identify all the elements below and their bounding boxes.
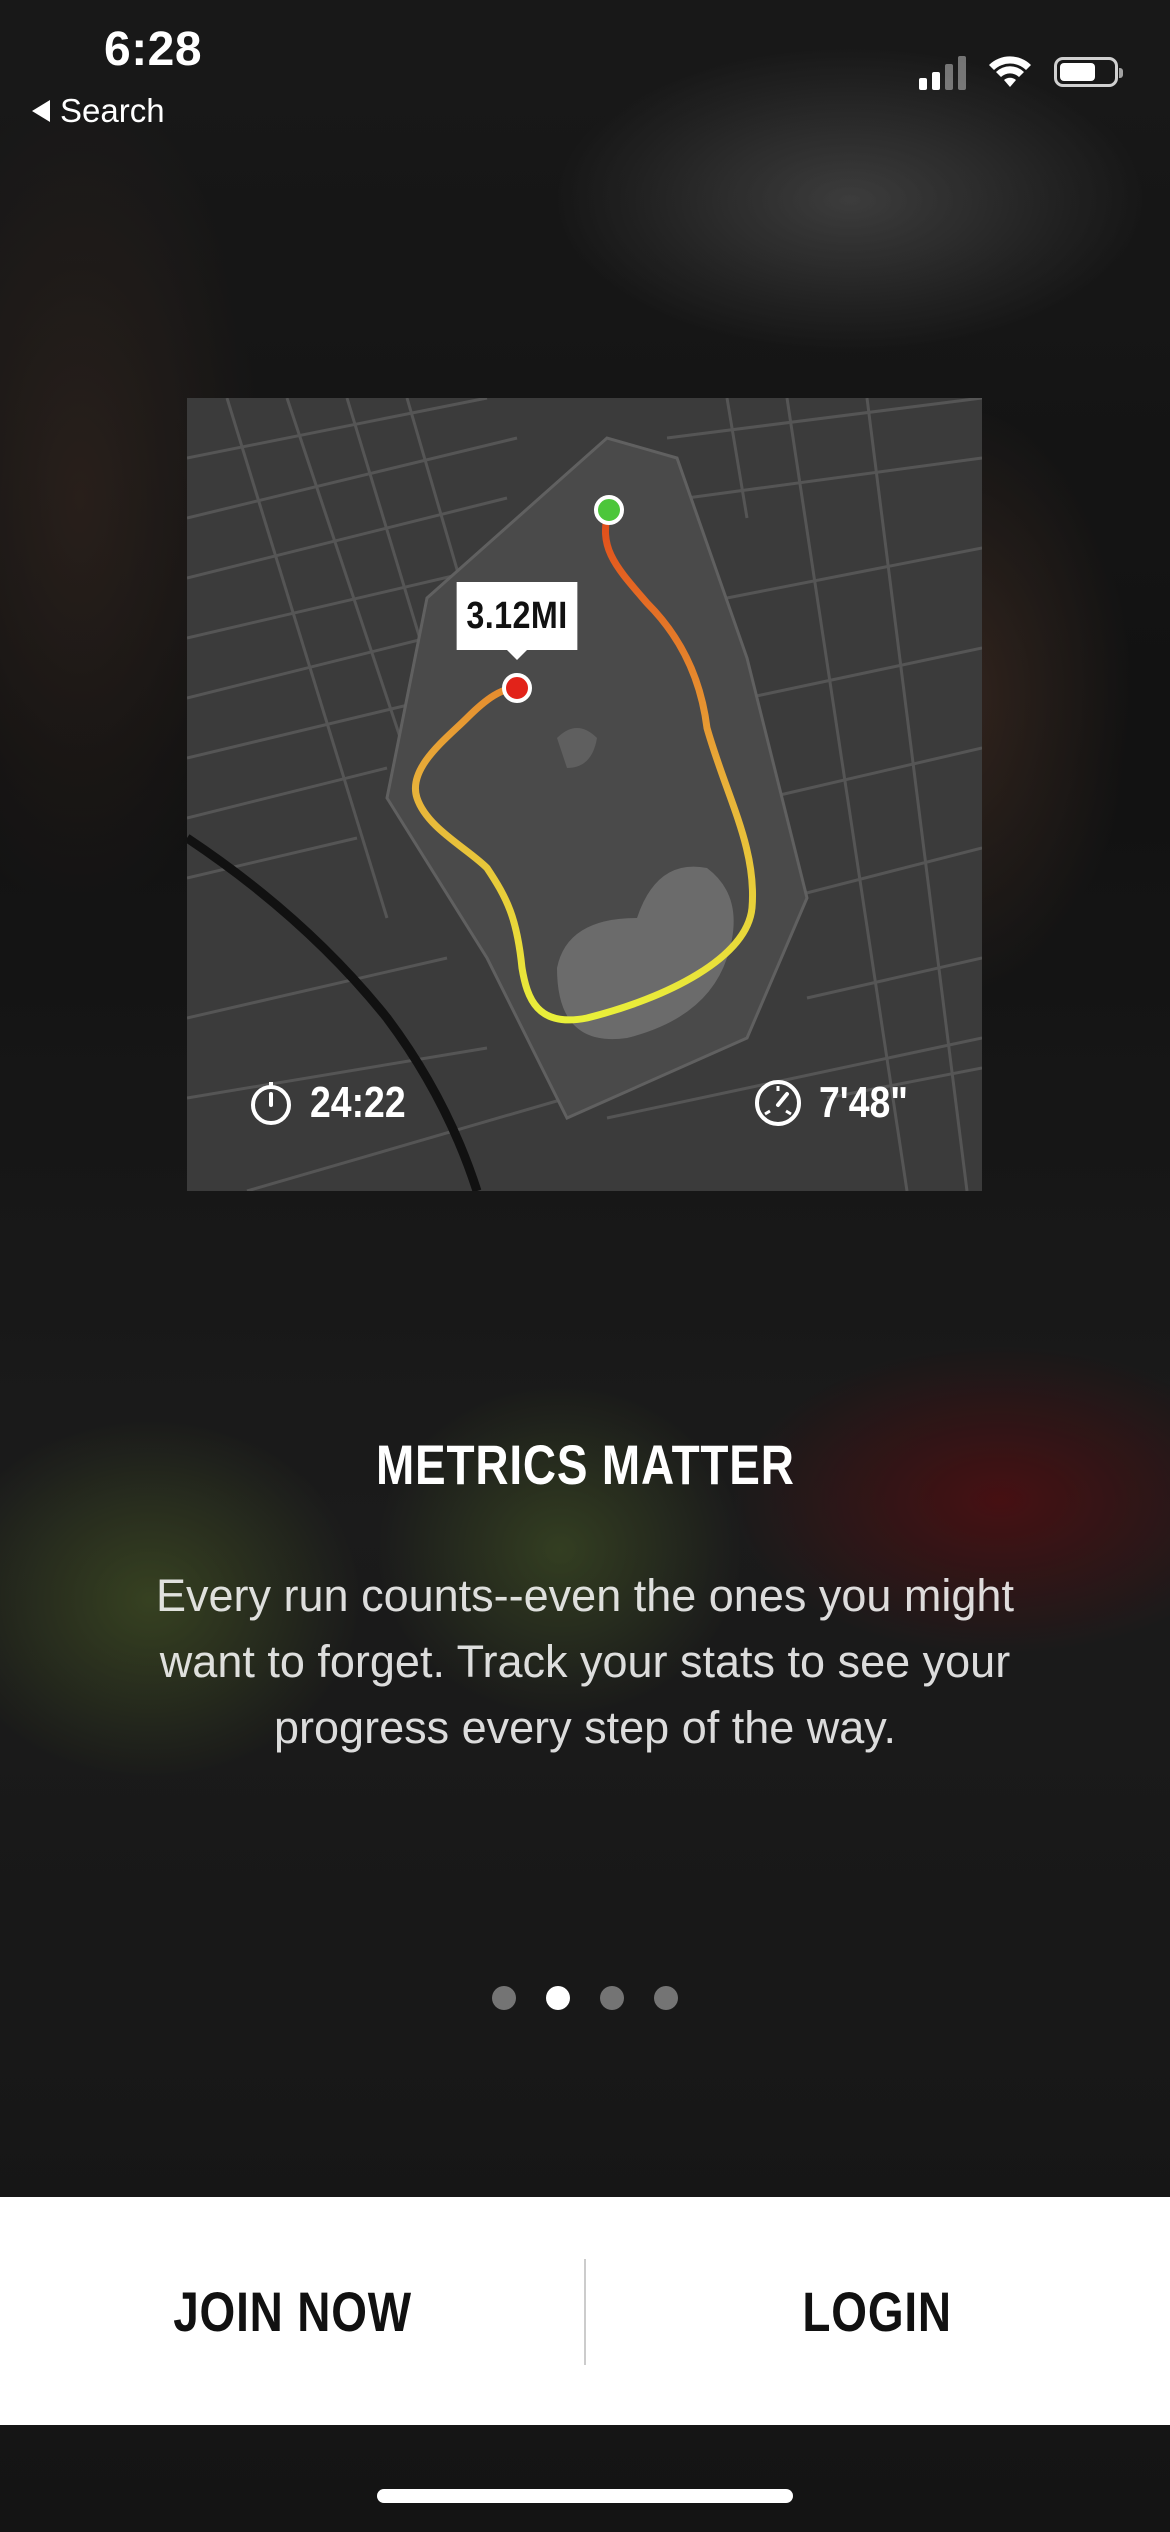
duration-stat: 24:22 <box>248 1078 423 1128</box>
distance-callout: 3.12MI <box>456 582 578 650</box>
join-now-button[interactable]: JOIN NOW <box>0 2197 585 2425</box>
speedometer-icon <box>755 1080 801 1126</box>
wifi-icon <box>989 56 1031 87</box>
distance-callout-pointer <box>507 650 527 660</box>
back-arrow-icon <box>32 100 50 122</box>
login-label: LOGIN <box>802 2279 953 2343</box>
login-button[interactable]: LOGIN <box>585 2197 1170 2425</box>
onboarding-description: Every run counts--even the ones you migh… <box>156 1570 1014 1753</box>
action-divider <box>584 2259 586 2365</box>
onboarding-headline: METRICS MATTER <box>375 1433 795 1496</box>
battery-icon <box>1054 57 1123 87</box>
background-overlay <box>0 0 1170 2532</box>
page-dot-3[interactable] <box>600 1986 624 2010</box>
page-dot-2[interactable] <box>546 1986 570 2010</box>
route-start-marker <box>594 495 624 525</box>
cellular-signal-icon <box>919 54 966 90</box>
route-map-card <box>187 398 982 1191</box>
duration-value: 24:22 <box>310 1078 406 1127</box>
pace-value: 7'48" <box>819 1078 909 1127</box>
join-now-label: JOIN NOW <box>173 2279 412 2343</box>
route-map <box>187 398 982 1191</box>
pace-stat: 7'48" <box>753 1078 924 1128</box>
page-indicator <box>0 1986 1170 2010</box>
status-icons <box>919 54 1123 90</box>
status-time: 6:28 <box>104 23 203 76</box>
stopwatch-icon <box>251 1082 291 1125</box>
page-dot-1[interactable] <box>492 1986 516 2010</box>
home-indicator[interactable] <box>377 2489 793 2503</box>
auth-action-bar: JOIN NOW LOGIN <box>0 2197 1170 2425</box>
back-to-search-label: Search <box>60 92 165 129</box>
page-dot-4[interactable] <box>654 1986 678 2010</box>
back-to-search-link[interactable]: Search <box>32 92 165 130</box>
route-end-marker <box>502 673 532 703</box>
